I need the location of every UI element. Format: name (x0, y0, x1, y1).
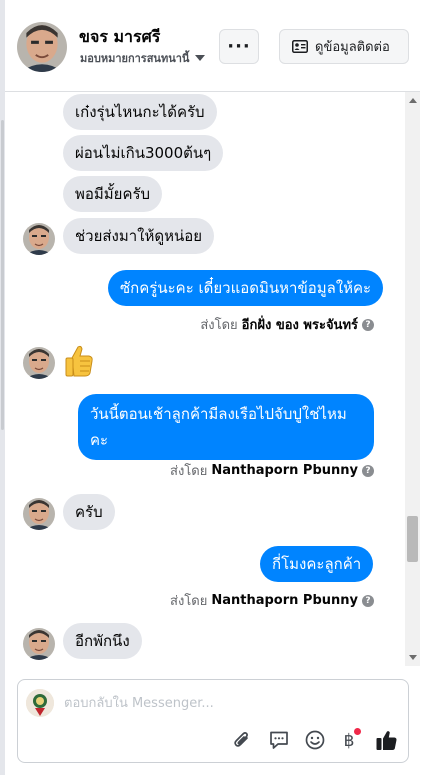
question-icon[interactable]: ? (362, 318, 374, 331)
thumbs-up-emoji-icon[interactable] (63, 344, 95, 378)
contact-avatar[interactable] (17, 22, 67, 72)
reply-input[interactable] (64, 690, 394, 716)
reply-composer: ฿ (17, 679, 409, 763)
sent-by-name: Nanthaporn Pbunny (211, 593, 358, 608)
incoming-message: พอมีมั้ยครับ (63, 176, 163, 212)
attach-file-button[interactable] (230, 728, 254, 752)
payment-button[interactable]: ฿ (337, 728, 361, 752)
sent-by-label: ส่งโดย Nanthaporn Pbunny ? (170, 460, 374, 481)
incoming-message (63, 344, 95, 382)
message-bubble[interactable]: กี่โมงคะลูกค้า (260, 546, 374, 582)
question-icon[interactable]: ? (362, 594, 374, 607)
sent-by-label: ส่งโดย Nanthaporn Pbunny ? (170, 590, 374, 611)
sent-by-name: อีกฝั่ง ของ พระจันทร์ (241, 318, 358, 333)
message-bubble[interactable]: ครับ (63, 494, 115, 530)
scrollbar-thumb[interactable] (407, 516, 418, 562)
sender-avatar[interactable] (23, 498, 55, 530)
svg-text:฿: ฿ (344, 731, 355, 751)
message-bubble[interactable]: ผ่อนไม่เกิน3000ต้นๆ (63, 135, 224, 171)
outgoing-message: ซักครู่นะคะ เดี๋ยวแอดมินหาข้อมูลให้คะ (108, 270, 384, 306)
sender-avatar[interactable] (23, 347, 55, 379)
saved-replies-button[interactable] (267, 728, 291, 752)
contact-name[interactable]: ขจร มารศรี (79, 25, 160, 50)
emoji-button[interactable] (303, 728, 327, 752)
sender-avatar[interactable] (23, 223, 55, 255)
more-button[interactable]: ··· (219, 29, 259, 64)
message-bubble[interactable]: วันนี้ตอนเช้าลูกค้ามีลงเรือไปจับปูใช่ไหม… (78, 394, 374, 460)
incoming-message: เก๋งรุ่นไหนกะได้ครับ (63, 94, 217, 130)
sent-by-label: ส่งโดย อีกฝั่ง ของ พระจันทร์ ? (200, 314, 374, 335)
paperclip-icon (234, 732, 248, 747)
message-thread[interactable]: เก๋งรุ่นไหนกะได้ครับ ผ่อนไม่เกิน3000ต้นๆ… (5, 92, 420, 666)
page-avatar (26, 689, 54, 717)
incoming-message: ผ่อนไม่เกิน3000ต้นๆ (63, 135, 224, 171)
scroll-down-arrow-icon[interactable] (409, 655, 417, 660)
view-contact-info-button[interactable]: ดูข้อมูลติดต่อ (279, 29, 409, 64)
conversation-header: ขจร มารศรี มอบหมายการสนทนานี้ ··· ดูข้อม… (5, 0, 420, 92)
view-contact-info-label: ดูข้อมูลติดต่อ (315, 40, 390, 55)
incoming-message: ครับ (63, 494, 115, 530)
emoji-icon (305, 730, 325, 750)
assign-label: มอบหมายการสนทนานี้ (80, 52, 190, 65)
sent-by-prefix: ส่งโดย (170, 594, 208, 609)
thread-scrollbar[interactable] (405, 92, 420, 666)
caret-down-icon (195, 55, 206, 61)
sent-by-name: Nanthaporn Pbunny (211, 463, 358, 478)
window-edge-thumb[interactable] (1, 120, 4, 430)
incoming-message: ช่วยส่งมาให้ดูหน่อย (63, 218, 215, 254)
thumbs-up-icon (376, 730, 397, 750)
contact-card-icon (292, 40, 308, 53)
sent-by-prefix: ส่งโดย (170, 464, 208, 479)
message-bubble[interactable]: พอมีมั้ยครับ (63, 176, 163, 212)
saved-replies-icon (270, 731, 288, 749)
sender-avatar[interactable] (23, 628, 55, 660)
more-icon: ··· (227, 36, 251, 57)
message-bubble[interactable]: อีกพักนึง (63, 623, 142, 659)
message-bubble[interactable]: ช่วยส่งมาให้ดูหน่อย (63, 218, 215, 254)
scroll-up-arrow-icon[interactable] (409, 98, 417, 103)
like-button[interactable] (374, 728, 398, 752)
sent-by-prefix: ส่งโดย (200, 318, 238, 333)
assign-conversation-dropdown[interactable]: มอบหมายการสนทนานี้ (80, 49, 206, 67)
message-bubble[interactable]: ซักครู่นะคะ เดี๋ยวแอดมินหาข้อมูลให้คะ (108, 270, 384, 306)
notification-dot (354, 728, 361, 735)
message-bubble[interactable]: เก๋งรุ่นไหนกะได้ครับ (63, 94, 217, 130)
question-icon[interactable]: ? (362, 464, 374, 477)
outgoing-message: กี่โมงคะลูกค้า (260, 546, 374, 582)
outgoing-message: วันนี้ตอนเช้าลูกค้ามีลงเรือไปจับปูใช่ไหม… (78, 394, 374, 460)
incoming-message: อีกพักนึง (63, 623, 142, 659)
